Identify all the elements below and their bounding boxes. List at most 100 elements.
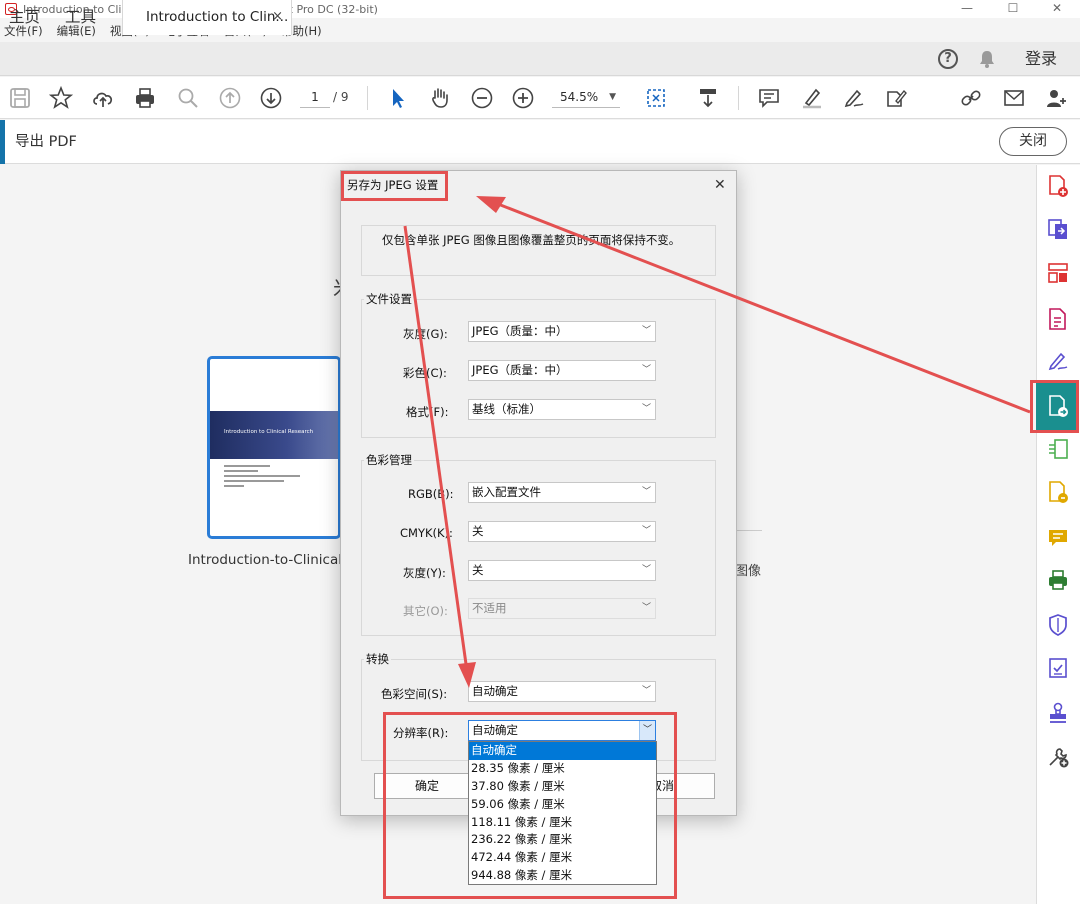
add-user-icon[interactable] [1043, 85, 1069, 111]
thumbnail-line [224, 470, 258, 472]
grayscale-value: JPEG（质量：中） [472, 324, 568, 338]
scroll-mode-icon[interactable] [695, 85, 721, 111]
other-select: 不适用 ﹀ [468, 598, 656, 619]
scan-ocr-icon[interactable] [1046, 437, 1070, 461]
gray-label: 灰度(Y): [403, 566, 446, 580]
share-link-icon[interactable] [958, 85, 984, 111]
prepare-form-icon[interactable] [1046, 656, 1070, 680]
highlight-icon[interactable] [799, 85, 825, 111]
rgb-value: 嵌入配置文件 [472, 485, 541, 499]
tab-home[interactable]: 主页 [9, 0, 40, 34]
comment-tool-icon[interactable] [1046, 526, 1070, 550]
conversion-label: 转换 [364, 651, 391, 667]
save-icon[interactable] [7, 85, 33, 111]
toolbar-divider [367, 86, 368, 110]
comment-icon[interactable] [756, 85, 782, 111]
toolbar [0, 77, 1080, 119]
protect-shield-icon[interactable] [1046, 613, 1070, 637]
zoom-in-icon[interactable] [510, 85, 536, 111]
tab-document-label: Introduction to Clin... [146, 9, 289, 25]
print-icon[interactable] [132, 85, 158, 111]
tab-document[interactable]: Introduction to Clin... × [122, 0, 292, 35]
color-label: 彩色(C): [403, 366, 447, 380]
zoom-select[interactable]: 54.5% ▼ [552, 86, 620, 108]
page-total: / 9 [333, 90, 349, 104]
fit-page-icon[interactable] [643, 85, 669, 111]
cmyk-label: CMYK(K): [400, 526, 453, 540]
chevron-down-icon: ▼ [609, 92, 616, 102]
organize-pages-icon[interactable] [1046, 261, 1070, 285]
rgb-select[interactable]: 嵌入配置文件 ﹀ [468, 482, 656, 503]
page-number-input[interactable]: 1 [300, 86, 330, 108]
grayscale-select[interactable]: JPEG（质量：中） ﹀ [468, 321, 656, 342]
fill-sign-icon[interactable] [883, 85, 909, 111]
color-select[interactable]: JPEG（质量：中） ﹀ [468, 360, 656, 381]
search-icon[interactable] [175, 85, 201, 111]
create-pdf-icon[interactable] [1046, 174, 1070, 198]
email-icon[interactable] [1001, 85, 1027, 111]
chevron-down-icon: ﹀ [641, 686, 651, 696]
page-up-icon[interactable] [217, 85, 243, 111]
close-export-button[interactable]: 关闭 [999, 127, 1067, 156]
stamp-icon[interactable] [1046, 701, 1070, 725]
chevron-down-icon: ﹀ [641, 603, 651, 613]
thumbnail-line [224, 475, 300, 477]
colorspace-value: 自动确定 [472, 684, 518, 698]
background-text-fragment: 图像 [735, 564, 762, 579]
format-value: 基线（标准） [472, 402, 541, 416]
tab-tools[interactable]: 工具 [65, 0, 96, 34]
thumbnail-line [224, 485, 244, 487]
other-value: 不适用 [472, 601, 507, 615]
gray-select[interactable]: 关 ﹀ [468, 560, 656, 581]
chevron-down-icon: ﹀ [641, 526, 651, 536]
page-down-icon[interactable] [258, 85, 284, 111]
document-thumbnail[interactable]: Introduction to Clinical Research [207, 356, 341, 539]
maximize-button[interactable]: ☐ [990, 0, 1036, 18]
bell-icon[interactable] [979, 50, 995, 68]
colorspace-select[interactable]: 自动确定 ﹀ [468, 681, 656, 702]
send-comments-icon[interactable] [1046, 480, 1070, 504]
chevron-down-icon: ﹀ [641, 365, 651, 375]
grayscale-label: 灰度(G): [403, 327, 448, 341]
dialog-info-text: 仅包含单张 JPEG 图像且图像覆盖整页的页面将保持不变。 [382, 233, 681, 247]
sign-icon[interactable] [841, 85, 867, 111]
toolbar-divider [738, 86, 739, 110]
dialog-close-icon[interactable]: ✕ [714, 176, 726, 194]
login-button[interactable]: 登录 [1025, 42, 1057, 76]
select-cursor-icon[interactable] [385, 85, 411, 111]
edit-pdf-icon[interactable] [1046, 307, 1070, 331]
chevron-down-icon: ﹀ [641, 404, 651, 414]
combine-files-icon[interactable] [1046, 217, 1070, 241]
accent-bar [0, 120, 5, 164]
cmyk-select[interactable]: 关 ﹀ [468, 521, 656, 542]
gray-value: 关 [472, 563, 484, 577]
hand-tool-icon[interactable] [427, 85, 453, 111]
chevron-down-icon: ﹀ [641, 565, 651, 575]
annotation-box-export-tool [1030, 380, 1079, 433]
zoom-value: 54.5% [560, 90, 599, 104]
tabs-row [0, 42, 1080, 76]
format-select[interactable]: 基线（标准） ﹀ [468, 399, 656, 420]
cmyk-value: 关 [472, 524, 484, 538]
thumbnail-line [224, 465, 270, 467]
more-tools-icon[interactable] [1046, 745, 1070, 769]
chevron-down-icon: ﹀ [641, 487, 651, 497]
chevron-down-icon: ﹀ [641, 326, 651, 336]
export-pdf-title: 导出 PDF [15, 134, 77, 150]
minimize-button[interactable]: — [944, 0, 990, 18]
color-value: JPEG（质量：中） [472, 363, 568, 377]
annotation-box-resolution [383, 712, 677, 899]
print-production-icon[interactable] [1046, 568, 1070, 592]
thumbnail-banner: Introduction to Clinical Research [210, 411, 338, 459]
tab-close-icon[interactable]: × [272, 0, 283, 34]
help-icon[interactable]: ? [938, 49, 958, 69]
cloud-upload-icon[interactable] [90, 85, 116, 111]
zoom-out-icon[interactable] [469, 85, 495, 111]
color-management-label: 色彩管理 [364, 452, 414, 468]
request-signature-icon[interactable] [1046, 349, 1070, 373]
window-close-button[interactable]: ✕ [1034, 0, 1080, 18]
format-label: 格式(F): [406, 405, 449, 419]
document-filename: Introduction-to-Clinical-. [188, 552, 352, 568]
thumbnail-line [224, 480, 284, 482]
star-icon[interactable] [48, 85, 74, 111]
